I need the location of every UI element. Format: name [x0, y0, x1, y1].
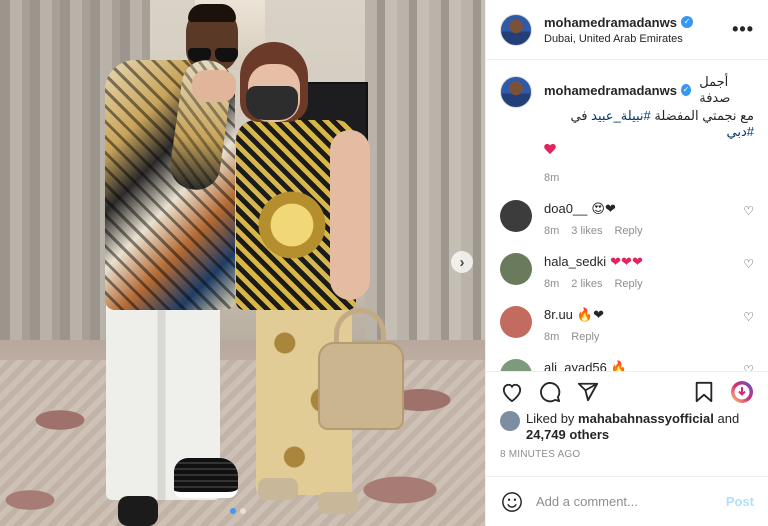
comment-meta: 8m 3 likes Reply — [544, 225, 743, 237]
comment-text: ❤❤❤ — [610, 254, 643, 269]
commenter-username[interactable]: doa0__ — [544, 201, 587, 216]
add-comment-bar: Post — [486, 476, 768, 526]
action-bar — [486, 371, 768, 411]
comment-text: 🔥❤ — [576, 307, 605, 322]
comment-time[interactable]: 8m — [544, 225, 559, 237]
next-arrow-icon[interactable]: › — [451, 251, 473, 273]
comment-time[interactable]: 8m — [544, 278, 559, 290]
reply-button[interactable]: Reply — [614, 225, 642, 237]
caption-meta: 8m — [544, 172, 754, 184]
more-icon[interactable]: ••• — [732, 19, 754, 40]
caption-username-row: mohamedramadanws ✓ أجمل صدفة — [544, 74, 754, 106]
caption-username[interactable]: mohamedramadanws — [544, 83, 677, 98]
caption-heart-emoji — [544, 142, 754, 158]
comment: hala_sedki ❤❤❤ 8m 2 likes Reply ♡ — [500, 253, 754, 290]
author-username[interactable]: mohamedramadanws — [544, 15, 677, 30]
comment-meta: 8m 2 likes Reply — [544, 278, 743, 290]
comment-body: ali_ayad56 🔥 — [544, 359, 743, 371]
hashtag-link[interactable]: #نبيلة_عبيد — [591, 108, 651, 123]
comments-list: mohamedramadanws ✓ أجمل صدفة مع نجمتي ال… — [486, 60, 768, 371]
comment-body: 8r.uu 🔥❤ 8m Reply — [544, 306, 743, 343]
author-info: mohamedramadanws ✓ Dubai, United Arab Em… — [544, 15, 732, 45]
woman-arm — [330, 130, 370, 300]
heart-icon[interactable]: ♡ — [743, 257, 754, 271]
author-avatar[interactable] — [500, 76, 532, 108]
comment: doa0__ 😍❤ 8m 3 likes Reply ♡ — [500, 200, 754, 237]
author-username-row: mohamedramadanws ✓ — [544, 15, 732, 30]
man-sneaker-back — [118, 496, 158, 526]
commenter-username[interactable]: ali_ayad56 — [544, 360, 607, 371]
rug — [0, 360, 485, 526]
reply-button[interactable]: Reply — [614, 278, 642, 290]
commenter-avatar[interactable] — [500, 253, 532, 285]
liked-by-label: Liked by — [526, 411, 575, 426]
heart-icon[interactable] — [500, 380, 524, 404]
likes-and: and — [717, 411, 740, 426]
comment-body: hala_sedki ❤❤❤ 8m 2 likes Reply — [544, 253, 743, 290]
comment-icon[interactable] — [538, 380, 562, 404]
comment: ali_ayad56 🔥 ♡ — [500, 359, 754, 371]
comment-text: 😍❤ — [591, 201, 616, 216]
face-mask — [246, 86, 298, 120]
post-header: mohamedramadanws ✓ Dubai, United Arab Em… — [486, 0, 768, 60]
instagram-post: › mohamedramadanws ✓ Dubai, United Arab … — [0, 0, 768, 526]
liker-avatar[interactable] — [500, 411, 520, 431]
commenter-username[interactable]: hala_sedki — [544, 254, 606, 269]
handbag — [318, 342, 404, 430]
likes-others[interactable]: 24,749 others — [526, 427, 609, 442]
caption-text-line2: مع نجمتي المفضلة #نبيلة_عبيد في #دبي — [544, 108, 754, 140]
comment-input[interactable] — [536, 494, 726, 509]
caption-text-line1: أجمل صدفة — [699, 74, 731, 105]
caption-body: mohamedramadanws ✓ أجمل صدفة مع نجمتي ال… — [544, 74, 754, 184]
commenter-avatar[interactable] — [500, 200, 532, 232]
reply-button[interactable]: Reply — [571, 331, 599, 343]
heart-icon[interactable]: ♡ — [743, 310, 754, 324]
commenter-username[interactable]: 8r.uu — [544, 307, 573, 322]
woman-top-print — [252, 180, 332, 270]
comment-likes[interactable]: 3 likes — [571, 225, 602, 237]
woman-shoe — [318, 492, 358, 514]
comment-text: 🔥 — [610, 360, 628, 371]
post-photo[interactable]: › — [0, 0, 485, 526]
heart-icon[interactable]: ♡ — [743, 363, 754, 371]
bookmark-icon[interactable] — [692, 380, 716, 404]
heart-icon[interactable]: ♡ — [743, 204, 754, 218]
carousel-dot — [240, 508, 246, 514]
liked-by-user[interactable]: mahabahnassyofficial — [578, 411, 714, 426]
post-location[interactable]: Dubai, United Arab Emirates — [544, 33, 732, 45]
commenter-avatar[interactable] — [500, 306, 532, 338]
carousel-dot-active — [230, 508, 236, 514]
curtain-right — [365, 0, 485, 360]
sunglasses — [188, 48, 238, 62]
verified-badge-icon: ✓ — [680, 16, 693, 28]
likes-summary: Liked by mahabahnassyofficial and 24,749… — [486, 411, 768, 443]
man-sneaker — [174, 458, 238, 498]
comment-body: doa0__ 😍❤ 8m 3 likes Reply — [544, 200, 743, 237]
post-side-panel: mohamedramadanws ✓ Dubai, United Arab Em… — [485, 0, 768, 526]
commenter-avatar[interactable] — [500, 359, 532, 371]
post-timestamp[interactable]: 8 MINUTES AGO — [486, 443, 768, 460]
hand — [192, 70, 236, 102]
comment-likes[interactable]: 2 likes — [571, 278, 602, 290]
post-comment-button[interactable]: Post — [726, 494, 754, 509]
hashtag-link[interactable]: #دبي — [727, 124, 754, 139]
author-avatar[interactable] — [500, 13, 532, 46]
caption-text-prefix: مع نجمتي المفضلة — [654, 108, 754, 123]
likes-text: Liked by mahabahnassyofficial and 24,749… — [526, 411, 739, 443]
comment: 8r.uu 🔥❤ 8m Reply ♡ — [500, 306, 754, 343]
man-hair — [188, 4, 236, 22]
carousel-indicator — [230, 508, 246, 514]
caption-text-mid: في — [570, 108, 588, 123]
woman-shoe — [258, 478, 298, 500]
share-icon[interactable] — [576, 380, 600, 404]
caption: mohamedramadanws ✓ أجمل صدفة مع نجمتي ال… — [500, 74, 754, 184]
comment-time[interactable]: 8m — [544, 331, 559, 343]
emoji-icon[interactable] — [500, 490, 524, 514]
sticker-icon[interactable] — [730, 380, 754, 404]
verified-badge-icon: ✓ — [680, 84, 692, 96]
comment-meta: 8m Reply — [544, 331, 743, 343]
caption-time[interactable]: 8m — [544, 172, 559, 184]
